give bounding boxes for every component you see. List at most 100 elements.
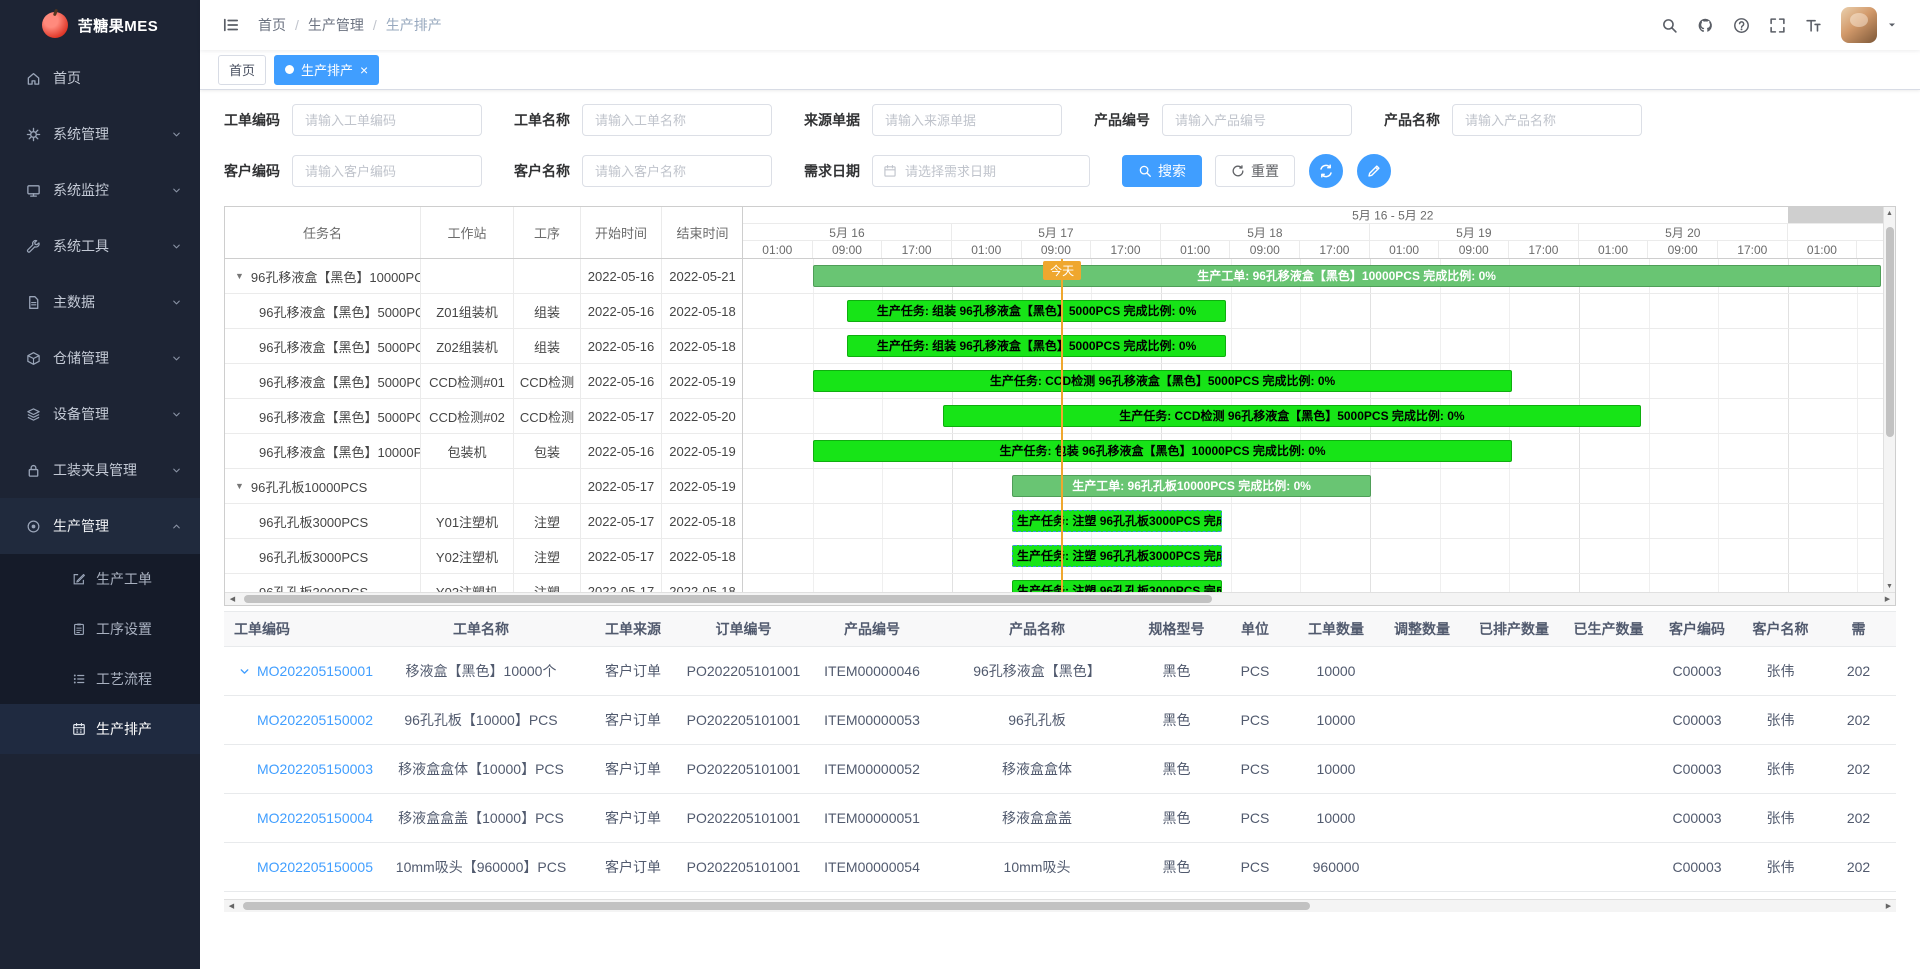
order-row[interactable]: MO202205150004移液盒盒盖【10000】PCS客户订单PO20220…	[224, 794, 1896, 843]
sidebar-item-equipment[interactable]: 设备管理	[0, 386, 200, 442]
gantt-scale-day: 5月 16	[743, 224, 952, 240]
gantt-grid-row[interactable]: 96孔移液盒【黑色】5000PCSCCD检测#02CCD检测2022-05-17…	[225, 399, 742, 434]
edit-button[interactable]	[1357, 154, 1391, 188]
gantt-grid-row[interactable]: 96孔移液盒【黑色】5000PCSZ02组装机组装2022-05-162022-…	[225, 329, 742, 364]
table-horizontal-scrollbar[interactable]: ◀▶	[224, 899, 1896, 912]
gantt-end-cell: 2022-05-19	[662, 434, 742, 468]
gantt-bar[interactable]: 生产任务: 组装 96孔移液盒【黑色】5000PCS 完成比例: 0%	[847, 335, 1227, 357]
gantt-horizontal-scrollbar[interactable]: ◀▶	[225, 592, 1895, 605]
sidebar-item-process-flow[interactable]: 工艺流程	[0, 654, 200, 704]
app-logo[interactable]: 苦糖果MES	[0, 0, 200, 50]
search-button[interactable]: 搜索	[1122, 155, 1202, 187]
filter-input[interactable]	[292, 104, 482, 136]
demand-date-picker[interactable]	[872, 155, 1090, 187]
scroll-left-arrow[interactable]: ◀	[224, 900, 239, 912]
order-link[interactable]: MO202205150001	[257, 663, 373, 679]
order-row[interactable]: MO20220515000510mm吸头【960000】PCS客户订单PO202…	[224, 843, 1896, 892]
collapse-triangle-icon[interactable]: ▼	[235, 481, 244, 491]
filter-input[interactable]	[292, 155, 482, 187]
gantt-bar[interactable]: 生产任务: 注塑 96孔孔板3000PCS 完成比例: 0%	[1012, 545, 1222, 567]
menu-item-label: 工艺流程	[96, 669, 188, 689]
gantt-vertical-scrollbar[interactable]: ▲▼	[1883, 207, 1895, 592]
gantt-grid-row[interactable]: 96孔孔板3000PCSY01注塑机注塑2022-05-172022-05-18	[225, 504, 742, 539]
target-icon	[26, 519, 41, 534]
gantt-grid-header-cell: 工序	[514, 207, 581, 258]
sidebar-item-scheduling[interactable]: 生产排产	[0, 704, 200, 754]
gantt-bar[interactable]: 生产任务: CCD检测 96孔移液盒【黑色】5000PCS 完成比例: 0%	[943, 405, 1642, 427]
close-icon[interactable]: ×	[360, 63, 368, 77]
scrollbar-thumb[interactable]	[1886, 227, 1894, 437]
font-size-icon	[1805, 17, 1822, 34]
sync-button[interactable]	[1309, 154, 1343, 188]
fullscreen-button[interactable]	[1769, 17, 1786, 34]
edit-doc-icon	[72, 572, 86, 586]
scroll-right-arrow[interactable]: ▶	[1880, 593, 1895, 605]
sidebar-item-fixture[interactable]: 工装夹具管理	[0, 442, 200, 498]
filter-input[interactable]	[582, 155, 772, 187]
breadcrumb-item[interactable]: 首页	[258, 15, 286, 35]
gantt-task-name-cell: 96孔孔板3000PCS	[225, 539, 421, 573]
filter-label: 客户编码	[224, 161, 280, 181]
scroll-left-arrow[interactable]: ◀	[225, 593, 240, 605]
gantt-bar[interactable]: 生产工单: 96孔孔板10000PCS 完成比例: 0%	[1012, 475, 1371, 497]
sidebar-item-monitoring[interactable]: 系统监控	[0, 162, 200, 218]
sidebar-item-system[interactable]: 系统管理	[0, 106, 200, 162]
order-cell: PO202205101001	[681, 794, 806, 842]
breadcrumb-item[interactable]: 生产管理	[308, 15, 364, 35]
user-avatar[interactable]	[1841, 7, 1877, 43]
gantt-bar[interactable]: 生产任务: 包装 96孔移液盒【黑色】10000PCS 完成比例: 0%	[813, 440, 1513, 462]
reset-button[interactable]: 重置	[1215, 155, 1295, 187]
caret-down-icon[interactable]	[1886, 19, 1898, 31]
gantt-bar[interactable]: 生产任务: 注塑 96孔孔板3000PCS 完成比例: 0%	[1012, 580, 1222, 592]
filter-input[interactable]	[582, 104, 772, 136]
gantt-grid-row[interactable]: 96孔孔板3000PCSY02注塑机注塑2022-05-172022-05-18	[225, 539, 742, 574]
scrollbar-track[interactable]	[240, 593, 1880, 605]
search-button[interactable]	[1661, 17, 1678, 34]
gantt-bar[interactable]: 生产任务: 注塑 96孔孔板3000PCS 完成比例: 0%	[1012, 510, 1222, 532]
gantt-bar[interactable]: 生产任务: 组装 96孔移液盒【黑色】5000PCS 完成比例: 0%	[847, 300, 1227, 322]
filter-input[interactable]	[872, 104, 1062, 136]
expand-row-icon[interactable]	[238, 665, 251, 678]
sidebar-toggle-button[interactable]	[222, 16, 240, 34]
github-button[interactable]	[1697, 17, 1714, 34]
search-icon	[1661, 17, 1678, 34]
date-input[interactable]	[905, 164, 1079, 179]
gantt-grid-row[interactable]: 96孔移液盒【黑色】10000PCS包装机包装2022-05-162022-05…	[225, 434, 742, 469]
scroll-up-arrow[interactable]: ▲	[1886, 207, 1893, 219]
gantt-bar[interactable]: 生产工单: 96孔移液盒【黑色】10000PCS 完成比例: 0%	[813, 265, 1881, 287]
order-row[interactable]: MO20220515000296孔孔板【10000】PCS客户订单PO20220…	[224, 696, 1896, 745]
sidebar-item-warehouse[interactable]: 仓储管理	[0, 330, 200, 386]
scrollbar-track[interactable]	[1884, 219, 1895, 580]
scroll-down-arrow[interactable]: ▼	[1886, 580, 1893, 592]
scrollbar-thumb[interactable]	[243, 902, 1310, 910]
order-link[interactable]: MO202205150002	[257, 712, 373, 728]
sidebar-item-master-data[interactable]: 主数据	[0, 274, 200, 330]
scroll-right-arrow[interactable]: ▶	[1881, 900, 1896, 912]
collapse-triangle-icon[interactable]: ▼	[235, 271, 244, 281]
sidebar-item-tools[interactable]: 系统工具	[0, 218, 200, 274]
gantt-grid-row[interactable]: 96孔孔板3000PCSY03注塑机注塑2022-05-172022-05-18	[225, 574, 742, 592]
order-row[interactable]: MO202205150001移液盒【黑色】10000个客户订单PO2022051…	[224, 647, 1896, 696]
gantt-grid-row[interactable]: 96孔移液盒【黑色】5000PCSCCD检测#01CCD检测2022-05-16…	[225, 364, 742, 399]
gantt-grid-row[interactable]: 96孔移液盒【黑色】5000PCSZ01组装机组装2022-05-162022-…	[225, 294, 742, 329]
sidebar-item-process-setting[interactable]: 工序设置	[0, 604, 200, 654]
gantt-grid-row[interactable]: ▼96孔移液盒【黑色】10000PCS2022-05-162022-05-21	[225, 259, 742, 294]
filter-input[interactable]	[1162, 104, 1352, 136]
tab-item[interactable]: 首页	[218, 55, 266, 85]
filter-input[interactable]	[1452, 104, 1642, 136]
order-link[interactable]: MO202205150005	[257, 859, 373, 875]
scrollbar-track[interactable]	[239, 900, 1881, 912]
sidebar-item-home[interactable]: 首页	[0, 50, 200, 106]
order-link[interactable]: MO202205150004	[257, 810, 373, 826]
question-button[interactable]	[1733, 17, 1750, 34]
order-link[interactable]: MO202205150003	[257, 761, 373, 777]
filter-field: 来源单据	[804, 104, 1062, 136]
scrollbar-thumb[interactable]	[244, 595, 1212, 603]
sidebar-item-work-order[interactable]: 生产工单	[0, 554, 200, 604]
gantt-bar[interactable]: 生产任务: CCD检测 96孔移液盒【黑色】5000PCS 完成比例: 0%	[813, 370, 1513, 392]
gantt-grid-row[interactable]: ▼96孔孔板10000PCS2022-05-172022-05-19	[225, 469, 742, 504]
tab-item[interactable]: 生产排产×	[274, 55, 379, 85]
sidebar-item-production[interactable]: 生产管理	[0, 498, 200, 554]
order-row[interactable]: MO202205150003移液盒盒体【10000】PCS客户订单PO20220…	[224, 745, 1896, 794]
font-size-button[interactable]	[1805, 17, 1822, 34]
